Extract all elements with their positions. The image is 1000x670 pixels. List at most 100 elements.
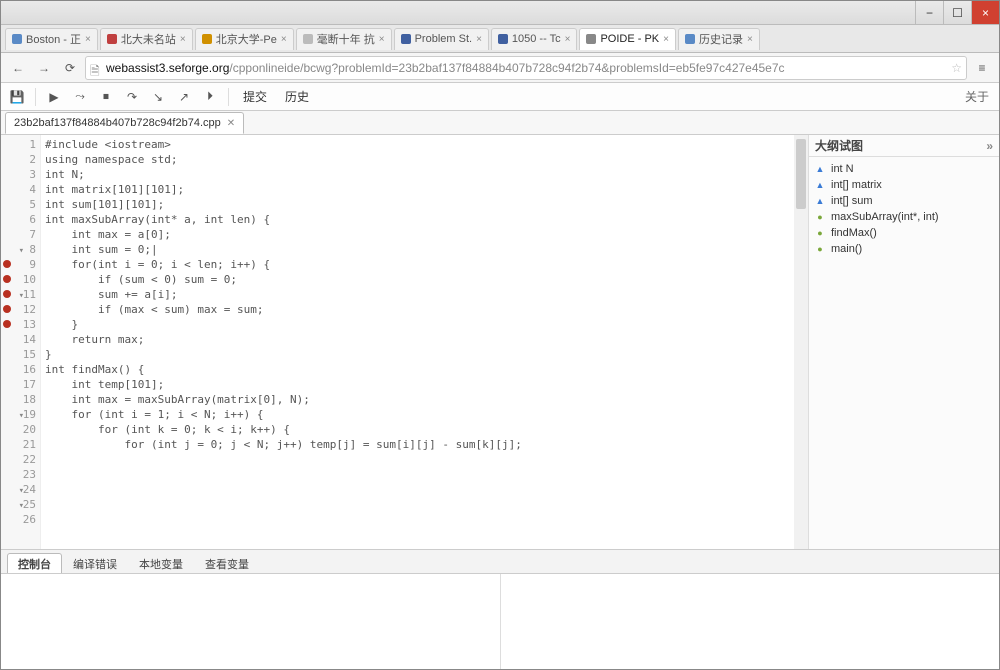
- console-output-left[interactable]: [1, 574, 501, 669]
- gutter-line[interactable]: 23: [1, 467, 36, 482]
- code-line[interactable]: for (int i = 1; i < N; i++) {: [45, 407, 804, 422]
- menu-button[interactable]: ≡: [971, 57, 993, 79]
- close-icon[interactable]: ×: [565, 34, 571, 45]
- code-editor[interactable]: #include <iostream>using namespace std;i…: [41, 135, 808, 549]
- code-line[interactable]: for(int i = 0; i < len; i++) {: [45, 257, 804, 272]
- fold-icon[interactable]: ▾: [15, 289, 24, 298]
- nav-back-button[interactable]: ←: [7, 57, 29, 79]
- step-out-icon[interactable]: ↗: [174, 87, 194, 107]
- bottom-tab[interactable]: 编译错误: [62, 553, 128, 573]
- continue-icon[interactable]: ⏵: [200, 87, 220, 107]
- outline-item[interactable]: ▲int N: [811, 161, 997, 177]
- file-tab[interactable]: 23b2baf137f84884b407b728c94f2b74.cpp ✕: [5, 112, 244, 134]
- code-line[interactable]: int maxSubArray(int* a, int len) {: [45, 212, 804, 227]
- submit-button[interactable]: 提交: [237, 86, 273, 107]
- browser-tab[interactable]: POIDE - PK×: [579, 28, 676, 50]
- nav-reload-button[interactable]: ⟳: [59, 57, 81, 79]
- code-line[interactable]: sum += a[i];: [45, 287, 804, 302]
- code-line[interactable]: using namespace std;: [45, 152, 804, 167]
- close-icon[interactable]: ×: [379, 34, 385, 45]
- nav-forward-button[interactable]: →: [33, 57, 55, 79]
- outline-item[interactable]: ●findMax(): [811, 225, 997, 241]
- gutter-line[interactable]: 21: [1, 437, 36, 452]
- gutter-line[interactable]: 5: [1, 197, 36, 212]
- gutter-line[interactable]: 18: [1, 392, 36, 407]
- console-output-right[interactable]: [501, 574, 1000, 669]
- run-icon[interactable]: ▶: [44, 87, 64, 107]
- gutter-line[interactable]: 26: [1, 512, 36, 527]
- gutter-line[interactable]: 2: [1, 152, 36, 167]
- code-line[interactable]: }: [45, 347, 804, 362]
- step-into-icon[interactable]: ↘: [148, 87, 168, 107]
- close-icon[interactable]: ×: [180, 34, 186, 45]
- gutter-line[interactable]: 9: [1, 257, 36, 272]
- gutter-line[interactable]: ▾24: [1, 482, 36, 497]
- collapse-icon[interactable]: »: [986, 139, 993, 153]
- close-icon[interactable]: ×: [85, 34, 91, 45]
- scrollbar-thumb[interactable]: [796, 139, 806, 209]
- close-icon[interactable]: ×: [281, 34, 287, 45]
- gutter-line[interactable]: 17: [1, 377, 36, 392]
- gutter-line[interactable]: 4: [1, 182, 36, 197]
- bottom-tab[interactable]: 控制台: [7, 553, 62, 573]
- code-line[interactable]: for (int j = 0; j < N; j++) temp[j] = su…: [45, 437, 804, 452]
- gutter-line[interactable]: 6: [1, 212, 36, 227]
- history-button[interactable]: 历史: [279, 86, 315, 107]
- breakpoint-icon[interactable]: [3, 260, 11, 268]
- code-line[interactable]: int max = maxSubArray(matrix[0], N);: [45, 392, 804, 407]
- code-line[interactable]: int matrix[101][101];: [45, 182, 804, 197]
- outline-item[interactable]: ●main(): [811, 241, 997, 257]
- code-line[interactable]: for (int k = 0; k < i; k++) {: [45, 422, 804, 437]
- outline-item[interactable]: ●maxSubArray(int*, int): [811, 209, 997, 225]
- gutter-line[interactable]: 14: [1, 332, 36, 347]
- code-line[interactable]: if (max < sum) max = sum;: [45, 302, 804, 317]
- code-line[interactable]: int temp[101];: [45, 377, 804, 392]
- gutter-line[interactable]: 15: [1, 347, 36, 362]
- close-icon[interactable]: ×: [663, 34, 669, 45]
- code-line[interactable]: int findMax() {: [45, 362, 804, 377]
- address-bar[interactable]: 🗎 webassist3.seforge.org /cpponlineide/b…: [85, 56, 967, 80]
- gutter-line[interactable]: 12: [1, 302, 36, 317]
- gutter-line[interactable]: 3: [1, 167, 36, 182]
- code-line[interactable]: int max = a[0];: [45, 227, 804, 242]
- window-maximize-button[interactable]: ☐: [943, 1, 971, 24]
- browser-tab[interactable]: 北京大学-Pe×: [195, 28, 294, 50]
- gutter-line[interactable]: 13: [1, 317, 36, 332]
- save-icon[interactable]: 💾: [7, 87, 27, 107]
- fold-icon[interactable]: ▾: [15, 484, 24, 493]
- gutter-line[interactable]: 10: [1, 272, 36, 287]
- stop-icon[interactable]: ⏹: [96, 87, 116, 107]
- about-link[interactable]: 关于: [965, 88, 993, 105]
- editor-gutter[interactable]: 1234567▾8910▾1112131415161718▾1920212223…: [1, 135, 41, 549]
- step-over-icon[interactable]: ↷: [122, 87, 142, 107]
- code-line[interactable]: #include <iostream>: [45, 137, 804, 152]
- breakpoint-icon[interactable]: [3, 275, 11, 283]
- bottom-tab[interactable]: 本地变量: [128, 553, 194, 573]
- code-line[interactable]: return max;: [45, 332, 804, 347]
- bottom-tab[interactable]: 查看变量: [194, 553, 260, 573]
- code-line[interactable]: int N;: [45, 167, 804, 182]
- browser-tab[interactable]: 北大未名站×: [100, 28, 193, 50]
- gutter-line[interactable]: 20: [1, 422, 36, 437]
- gutter-line[interactable]: ▾11: [1, 287, 36, 302]
- close-icon[interactable]: ×: [747, 34, 753, 45]
- gutter-line[interactable]: ▾19: [1, 407, 36, 422]
- window-close-button[interactable]: ×: [971, 1, 999, 24]
- code-line[interactable]: if (sum < 0) sum = 0;: [45, 272, 804, 287]
- fold-icon[interactable]: ▾: [15, 499, 24, 508]
- window-minimize-button[interactable]: −: [915, 1, 943, 24]
- breakpoint-icon[interactable]: [3, 305, 11, 313]
- browser-tab[interactable]: 1050 -- Tc×: [491, 28, 578, 50]
- browser-tab[interactable]: 毫断十年 抗×: [296, 28, 392, 50]
- code-line[interactable]: }: [45, 317, 804, 332]
- gutter-line[interactable]: 22: [1, 452, 36, 467]
- bookmark-star-icon[interactable]: ☆: [951, 61, 962, 75]
- fold-icon[interactable]: ▾: [15, 409, 24, 418]
- code-line[interactable]: int sum[101][101];: [45, 197, 804, 212]
- gutter-line[interactable]: 16: [1, 362, 36, 377]
- browser-tab[interactable]: Problem St.×: [394, 28, 489, 50]
- close-icon[interactable]: ✕: [227, 118, 235, 129]
- browser-tab[interactable]: 历史记录×: [678, 28, 760, 50]
- breakpoint-icon[interactable]: [3, 320, 11, 328]
- outline-item[interactable]: ▲int[] sum: [811, 193, 997, 209]
